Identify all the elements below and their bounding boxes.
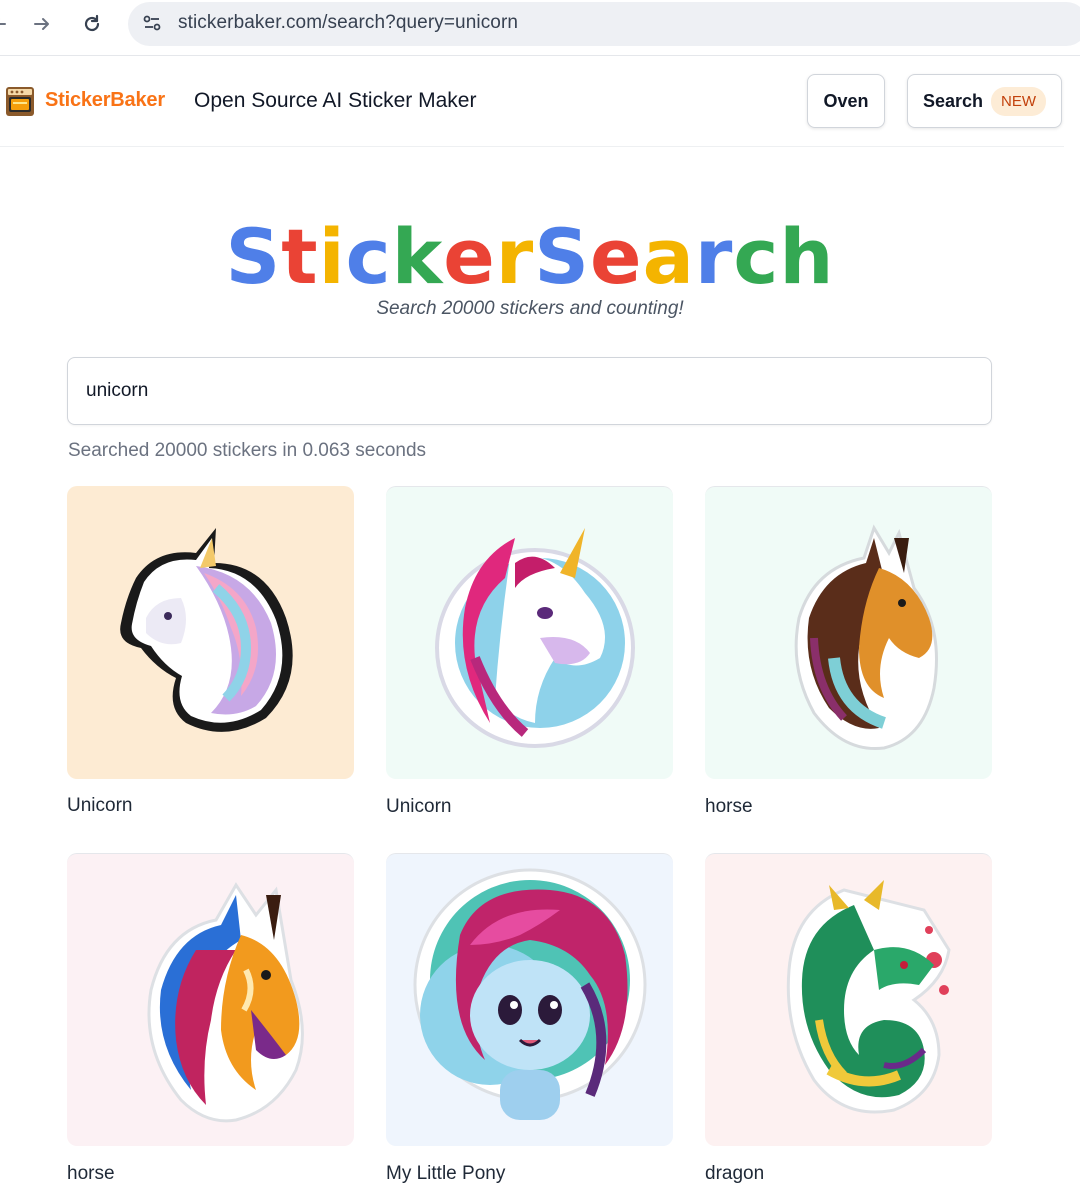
title-letter: c [733, 212, 780, 301]
result-card[interactable]: horse [67, 853, 354, 1184]
result-label[interactable]: Unicorn [386, 796, 451, 818]
back-icon[interactable] [0, 10, 14, 38]
result-label[interactable]: My Little Pony [386, 1163, 505, 1185]
title-letter: t [281, 212, 319, 301]
title-letter: c [345, 212, 392, 301]
forward-icon[interactable] [28, 10, 56, 38]
search-input[interactable] [67, 357, 992, 425]
site-header: StickerBaker Open Source AI Sticker Make… [0, 56, 1064, 147]
result-card[interactable]: My Little Pony [386, 853, 673, 1184]
logo-text[interactable]: StickerBaker [45, 89, 165, 112]
title-letter: h [779, 212, 835, 301]
search-nav-label: Search [923, 90, 984, 111]
result-label[interactable]: horse [67, 1163, 115, 1185]
unicorn-circle-sticker-icon[interactable] [386, 486, 673, 779]
result-card[interactable]: Unicorn [386, 486, 673, 817]
colorful-horse-sticker-icon[interactable] [67, 853, 354, 1146]
title-letter: k [391, 212, 444, 301]
dragon-sticker-icon[interactable] [705, 853, 992, 1146]
oven-button[interactable]: Oven [807, 74, 885, 128]
title-letter: r [694, 212, 734, 301]
browser-toolbar: stickerbaker.com/search?query=unicorn [0, 0, 1080, 56]
search-nav-button[interactable]: Search NEW [907, 74, 1062, 128]
result-label[interactable]: horse [705, 796, 753, 818]
horse-sticker-icon[interactable] [705, 486, 992, 779]
title-letter: i [318, 212, 346, 301]
result-label[interactable]: dragon [705, 1163, 764, 1185]
unicorn-sticker-icon[interactable] [67, 486, 354, 779]
title-letter: r [495, 212, 535, 301]
site-settings-icon[interactable] [140, 11, 164, 35]
oven-logo-icon[interactable] [4, 84, 36, 118]
new-badge: NEW [991, 86, 1047, 116]
site-tagline: Open Source AI Sticker Maker [194, 89, 477, 112]
reload-icon[interactable] [78, 10, 106, 38]
title-letter: e [590, 212, 643, 301]
result-card[interactable]: Unicorn [67, 486, 354, 816]
search-stats: Searched 20000 stickers in 0.063 seconds [68, 440, 427, 461]
result-card[interactable]: horse [705, 486, 992, 817]
title-letter: a [642, 212, 695, 301]
title-letter: S [534, 212, 591, 301]
pony-sticker-icon[interactable] [386, 853, 673, 1146]
title-letter: e [443, 212, 496, 301]
url-text[interactable]: stickerbaker.com/search?query=unicorn [178, 12, 518, 34]
title-letter: S [225, 212, 282, 301]
result-card[interactable]: dragon [705, 853, 992, 1184]
result-label[interactable]: Unicorn [67, 795, 132, 817]
page-subtitle: Search 20000 stickers and counting! [376, 298, 684, 319]
page-title: StickerSearch [0, 212, 1060, 301]
